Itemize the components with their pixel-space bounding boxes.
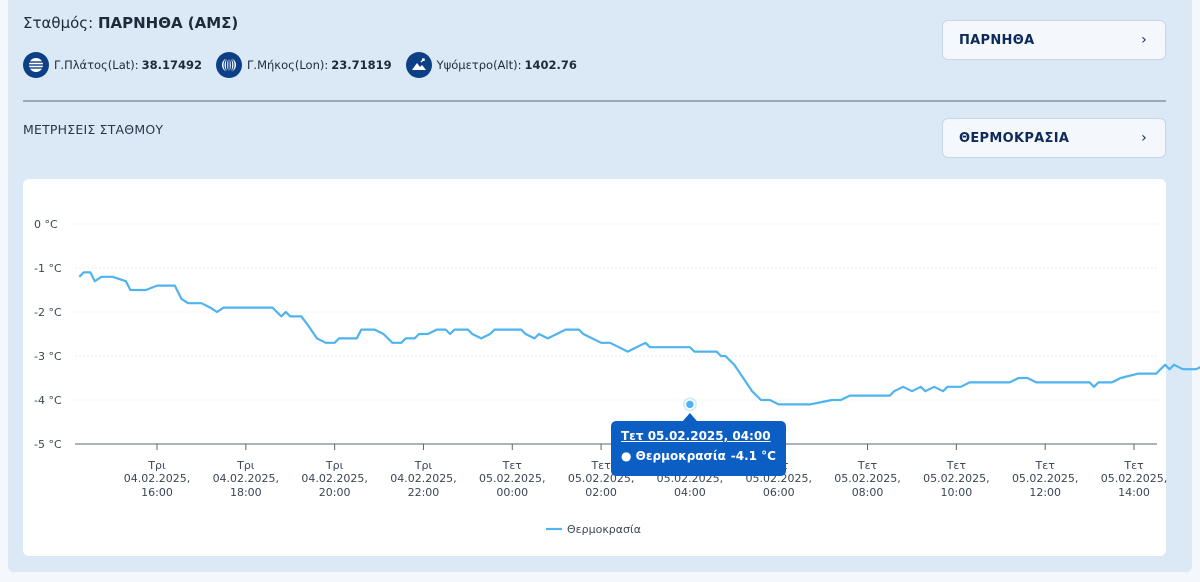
x-tick-day: Τρι bbox=[325, 459, 344, 472]
chart-tooltip: Τετ 05.02.2025, 04:00 ● Θερμοκρασία -4.1… bbox=[611, 421, 786, 476]
x-tick-date: 04.02.2025, bbox=[390, 472, 456, 485]
x-tick-time: 14:00 bbox=[1118, 486, 1150, 499]
y-tick-label: 0 °C bbox=[34, 218, 58, 231]
x-tick-day: Τετ bbox=[857, 459, 878, 472]
x-tick-day: Τετ bbox=[1035, 459, 1056, 472]
x-tick-date: 04.02.2025, bbox=[124, 472, 190, 485]
x-tick-time: 10:00 bbox=[941, 486, 973, 499]
x-tick-day: Τρι bbox=[236, 459, 255, 472]
x-tick-time: 20:00 bbox=[319, 486, 351, 499]
y-tick-label: -5 °C bbox=[34, 438, 62, 451]
x-tick-time: 06:00 bbox=[763, 486, 795, 499]
y-tick-label: -1 °C bbox=[34, 262, 62, 275]
legend-label: Θερμοκρασία bbox=[567, 523, 641, 536]
tooltip-row: ● Θερμοκρασία -4.1 °C bbox=[621, 449, 776, 463]
tooltip-pointer bbox=[682, 413, 697, 421]
tooltip-series: ● Θερμοκρασία bbox=[621, 449, 726, 463]
x-tick-day: Τετ bbox=[502, 459, 523, 472]
x-tick-day: Τετ bbox=[1123, 459, 1144, 472]
x-tick-date: 05.02.2025, bbox=[834, 472, 900, 485]
x-tick-date: 05.02.2025, bbox=[479, 472, 545, 485]
x-tick-date: 04.02.2025, bbox=[213, 472, 279, 485]
x-tick-time: 18:00 bbox=[230, 486, 262, 499]
y-tick-label: -3 °C bbox=[34, 350, 62, 363]
temperature-series-line bbox=[78, 271, 1200, 406]
x-tick-time: 16:00 bbox=[141, 486, 173, 499]
x-tick-date: 05.02.2025, bbox=[1012, 472, 1078, 485]
x-tick-time: 00:00 bbox=[496, 486, 528, 499]
x-tick-day: Τρι bbox=[414, 459, 433, 472]
y-tick-label: -4 °C bbox=[34, 394, 62, 407]
x-tick-date: 04.02.2025, bbox=[301, 472, 367, 485]
x-tick-day: Τρι bbox=[147, 459, 166, 472]
x-tick-date: 05.02.2025, bbox=[1101, 472, 1167, 485]
tooltip-title: Τετ 05.02.2025, 04:00 bbox=[621, 429, 771, 443]
x-tick-date: 05.02.2025, bbox=[923, 472, 989, 485]
highlight-point bbox=[684, 399, 696, 410]
x-tick-time: 04:00 bbox=[674, 486, 706, 499]
tooltip-value: -4.1 °C bbox=[730, 449, 776, 463]
temperature-chart: 0 °C-1 °C-2 °C-3 °C-4 °C-5 °CΤρι04.02.20… bbox=[34, 218, 1200, 536]
x-tick-day: Τετ bbox=[946, 459, 967, 472]
x-tick-time: 12:00 bbox=[1029, 486, 1061, 499]
x-tick-time: 02:00 bbox=[585, 486, 617, 499]
x-tick-time: 08:00 bbox=[852, 486, 884, 499]
x-tick-day: Τετ bbox=[590, 459, 611, 472]
y-tick-label: -2 °C bbox=[34, 306, 62, 319]
x-tick-time: 22:00 bbox=[408, 486, 440, 499]
